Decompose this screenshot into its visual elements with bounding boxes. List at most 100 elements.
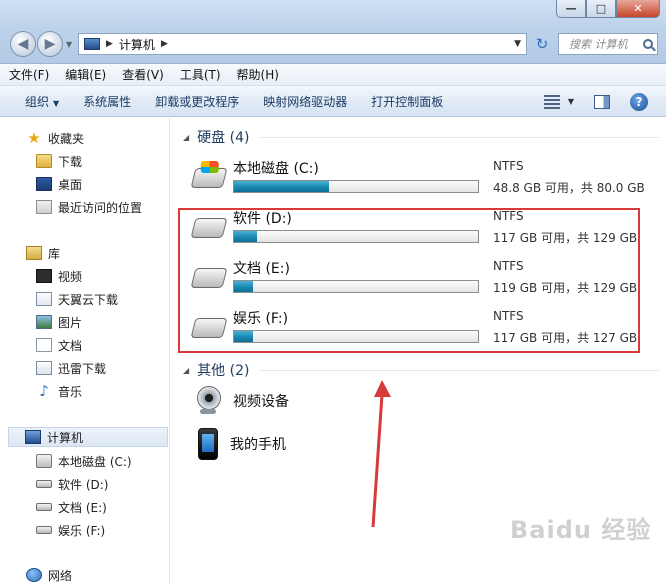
- refresh-button[interactable]: ↻: [530, 33, 554, 55]
- menu-help[interactable]: 帮助(H): [237, 66, 279, 83]
- sidebar-item-documents[interactable]: 文档: [36, 335, 82, 355]
- search-placeholder: 搜索 计算机: [569, 38, 628, 51]
- hard-drive-icon: [36, 480, 52, 488]
- minimize-button[interactable]: —: [556, 0, 586, 18]
- group-header-hard-disks[interactable]: ◢ 硬盘 (4): [183, 127, 659, 147]
- phone-icon: [198, 428, 218, 460]
- sidebar-item-desktop[interactable]: 桌面: [36, 174, 82, 194]
- device-item-phone[interactable]: 我的手机: [195, 428, 286, 460]
- recent-places-icon: [36, 200, 52, 214]
- sidebar-item-label: 网络: [48, 568, 73, 583]
- chevron-down-icon: ▼: [53, 98, 60, 108]
- chevron-right-icon[interactable]: ▶: [106, 39, 113, 49]
- menu-bar: 文件(F) 编辑(E) 查看(V) 工具(T) 帮助(H): [0, 64, 666, 86]
- window-controls: — □ ✕: [556, 0, 660, 18]
- device-name: 视频设备: [233, 394, 289, 410]
- title-bar: — □ ✕ ◀ ▶ ▼ ▶ 计算机 ▶ ▼ ↻ 搜索 计算机: [0, 0, 666, 64]
- open-control-panel-button[interactable]: 打开控制面板: [371, 93, 443, 110]
- address-bar[interactable]: ▶ 计算机 ▶ ▼: [78, 33, 527, 55]
- collapse-triangle-icon[interactable]: ◢: [183, 366, 189, 375]
- collapse-triangle-icon[interactable]: ◢: [183, 133, 189, 142]
- device-item-webcam[interactable]: 视频设备: [195, 386, 289, 416]
- system-properties-button[interactable]: 系统属性: [83, 93, 131, 110]
- sidebar-item-label: 库: [48, 246, 61, 261]
- group-title: 其他 (2): [197, 363, 250, 379]
- maximize-button[interactable]: □: [586, 0, 616, 18]
- menu-tools[interactable]: 工具(T): [180, 66, 221, 83]
- sidebar-item-label: 娱乐 (F:): [58, 523, 106, 538]
- cloud-download-icon: [36, 292, 52, 306]
- free-space: 48.8 GB 可用，共 80.0 GB: [493, 181, 645, 195]
- address-path[interactable]: 计算机: [119, 36, 155, 53]
- sidebar-item-label: 迅雷下载: [58, 361, 107, 376]
- downloads-folder-icon: [36, 154, 52, 168]
- help-icon[interactable]: ?: [630, 92, 648, 111]
- divider: [259, 136, 659, 138]
- view-options-dropdown-icon[interactable]: ▼: [568, 97, 574, 106]
- back-button[interactable]: ◀: [10, 31, 36, 57]
- sidebar-item-label: 音乐: [58, 384, 83, 399]
- sidebar-item-label: 桌面: [58, 177, 83, 192]
- search-icon: [643, 39, 653, 49]
- sidebar-item-music[interactable]: ♪ 音乐: [36, 381, 82, 401]
- sidebar-item-label: 图片: [58, 315, 83, 330]
- watermark: Baidu 经验: [510, 516, 652, 544]
- menu-file[interactable]: 文件(F): [9, 66, 49, 83]
- annotation-highlight-box: [178, 208, 640, 353]
- file-system: NTFS: [493, 159, 524, 173]
- sidebar-item-drive-e[interactable]: 文档 (E:): [36, 497, 107, 517]
- library-icon: [26, 246, 42, 260]
- sidebar-item-recent[interactable]: 最近访问的位置: [36, 197, 142, 217]
- sidebar-item-favorites[interactable]: ★ 收藏夹: [26, 128, 84, 148]
- webcam-icon: [195, 386, 221, 416]
- star-icon: ★: [27, 129, 41, 147]
- navigation-pane: ★ 收藏夹 下载 桌面 最近访问的位置 库 视频 天翼云下载 图片 文档 迅雷下…: [0, 118, 170, 584]
- sidebar-item-tianyi[interactable]: 天翼云下载: [36, 289, 118, 309]
- preview-pane-icon[interactable]: [594, 94, 610, 109]
- recent-pages-dropdown[interactable]: ▼: [66, 40, 72, 49]
- group-header-other[interactable]: ◢ 其他 (2): [183, 360, 659, 380]
- organize-label: 组织: [25, 94, 50, 109]
- minimize-icon: —: [565, 2, 577, 15]
- usage-bar-fill: [234, 181, 330, 192]
- uninstall-programs-button[interactable]: 卸载或更改程序: [155, 93, 239, 110]
- menu-edit[interactable]: 编辑(E): [65, 66, 106, 83]
- sidebar-item-label: 收藏夹: [48, 131, 85, 146]
- sidebar-item-libraries[interactable]: 库: [26, 243, 60, 263]
- address-dropdown-icon[interactable]: ▼: [514, 39, 521, 49]
- sidebar-item-label: 最近访问的位置: [58, 200, 143, 215]
- sidebar-item-label: 文档: [58, 338, 83, 353]
- usage-bar: [233, 180, 479, 193]
- map-network-drive-button[interactable]: 映射网络驱动器: [263, 93, 347, 110]
- sidebar-item-label: 下载: [58, 154, 83, 169]
- close-button[interactable]: ✕: [616, 0, 660, 18]
- sidebar-item-downloads[interactable]: 下载: [36, 151, 82, 171]
- hard-drive-icon: [36, 503, 52, 511]
- sidebar-item-pictures[interactable]: 图片: [36, 312, 82, 332]
- sidebar-item-drive-c[interactable]: 本地磁盘 (C:): [36, 451, 132, 471]
- sidebar-item-label: 计算机: [47, 430, 84, 445]
- sidebar-item-network[interactable]: 网络: [26, 565, 72, 584]
- search-input[interactable]: 搜索 计算机: [558, 33, 658, 55]
- chevron-right-icon[interactable]: ▶: [161, 39, 168, 49]
- forward-button[interactable]: ▶: [37, 31, 63, 57]
- sidebar-item-videos[interactable]: 视频: [36, 266, 82, 286]
- network-icon: [26, 568, 42, 582]
- group-title: 硬盘 (4): [197, 130, 250, 146]
- device-name: 我的手机: [230, 437, 286, 453]
- document-icon: [36, 338, 52, 352]
- change-view-icon[interactable]: [543, 94, 560, 109]
- thunder-download-icon: [36, 361, 52, 375]
- close-icon: ✕: [633, 2, 643, 15]
- sidebar-item-drive-d[interactable]: 软件 (D:): [36, 474, 108, 494]
- organize-button[interactable]: 组织 ▼: [25, 93, 59, 110]
- computer-icon: [84, 38, 100, 50]
- sidebar-item-xunlei[interactable]: 迅雷下载: [36, 358, 106, 378]
- menu-view[interactable]: 查看(V): [122, 66, 164, 83]
- sidebar-item-computer[interactable]: 计算机: [8, 427, 168, 447]
- drive-item-c[interactable]: 本地磁盘 (C:) NTFS 48.8 GB 可用，共 80.0 GB: [190, 156, 645, 202]
- command-bar: 组织 ▼ 系统属性 卸载或更改程序 映射网络驱动器 打开控制面板 ▼ ?: [0, 86, 666, 117]
- sidebar-item-label: 文档 (E:): [58, 500, 107, 515]
- drive-name: 本地磁盘 (C:): [233, 161, 319, 177]
- sidebar-item-drive-f[interactable]: 娱乐 (F:): [36, 520, 105, 540]
